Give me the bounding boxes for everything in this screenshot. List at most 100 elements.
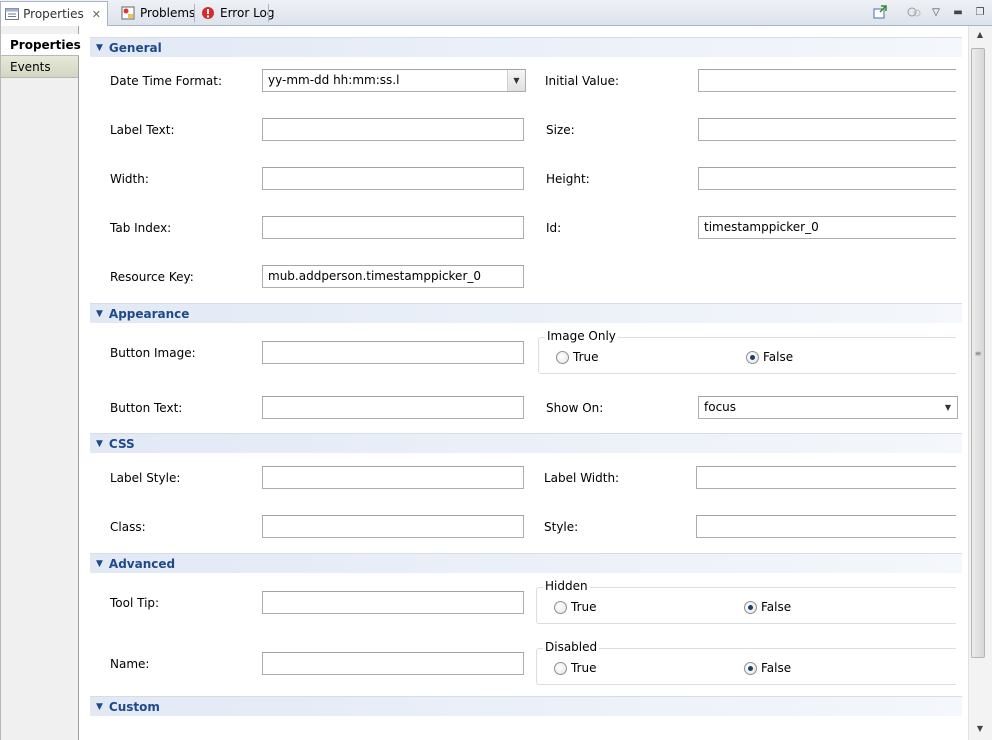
- hidden-true-radio[interactable]: True: [554, 600, 597, 614]
- class-field[interactable]: [262, 515, 524, 538]
- tab-error-log-label: Error Log: [220, 6, 275, 20]
- error-log-icon: [200, 5, 216, 21]
- resource-key-field[interactable]: mub.addperson.timestamppicker_0: [262, 265, 524, 288]
- section-custom-title: Custom: [108, 699, 160, 714]
- side-tab-properties[interactable]: Properties: [1, 34, 81, 56]
- style-field[interactable]: [696, 515, 956, 538]
- view-toolbar: ▽ ▬ ❐: [872, 4, 988, 20]
- size-label: Size:: [546, 123, 575, 137]
- date-time-format-combo[interactable]: yy-mm-dd hh:mm:ss.l ▼: [262, 69, 526, 92]
- style-label: Style:: [544, 520, 579, 534]
- id-label: Id:: [546, 221, 562, 235]
- size-field[interactable]: [698, 118, 956, 141]
- section-appearance-header[interactable]: ▼ Appearance: [90, 303, 962, 323]
- disabled-false-radio[interactable]: False: [744, 661, 791, 675]
- side-tab-list: Properties Events: [0, 26, 81, 740]
- date-time-format-label: Date Time Format:: [110, 74, 223, 88]
- hidden-true-label: True: [571, 600, 597, 614]
- problems-icon: [120, 5, 136, 21]
- resource-key-label: Resource Key:: [110, 270, 194, 284]
- initial-value-field[interactable]: [698, 69, 956, 92]
- tool-tip-field[interactable]: [262, 591, 524, 614]
- width-field[interactable]: [262, 167, 524, 190]
- image-only-title: Image Only: [545, 329, 618, 343]
- view-tab-bar: Properties ✕ Problems Error Log ▽ ▬ ❐: [0, 0, 992, 26]
- image-only-false-label: False: [763, 350, 794, 364]
- section-css-title: CSS: [108, 436, 135, 451]
- button-text-field[interactable]: [262, 396, 524, 419]
- tab-properties[interactable]: Properties ✕: [0, 1, 108, 26]
- section-general-title: General: [108, 40, 162, 55]
- button-image-label: Button Image:: [110, 346, 196, 360]
- hidden-false-radio[interactable]: False: [744, 600, 791, 614]
- tab-index-label: Tab Index:: [110, 221, 172, 235]
- pin-view-icon[interactable]: [872, 4, 888, 20]
- section-general-header[interactable]: ▼ General: [90, 37, 962, 57]
- radio-on-icon: [744, 600, 757, 614]
- button-image-field[interactable]: [262, 341, 524, 364]
- tool-tip-label: Tool Tip:: [110, 596, 160, 610]
- height-field[interactable]: [698, 167, 956, 190]
- chevron-down-icon[interactable]: ▼: [507, 70, 525, 91]
- expand-triangle-icon: ▼: [96, 438, 103, 449]
- section-custom-header[interactable]: ▼ Custom: [90, 696, 962, 716]
- disabled-true-radio[interactable]: True: [554, 661, 597, 675]
- tab-problems-label: Problems: [140, 6, 196, 20]
- id-field[interactable]: timestamppicker_0: [698, 216, 956, 239]
- disabled-false-label: False: [761, 661, 792, 675]
- label-style-field[interactable]: [262, 466, 524, 489]
- filter-icon[interactable]: [906, 4, 922, 20]
- button-text-label: Button Text:: [110, 401, 183, 415]
- height-label: Height:: [546, 172, 590, 186]
- radio-off-icon: [554, 661, 567, 675]
- label-text-label: Label Text:: [110, 123, 175, 137]
- section-advanced-title: Advanced: [108, 556, 176, 571]
- section-appearance-title: Appearance: [108, 306, 190, 321]
- maximize-icon[interactable]: ❐: [972, 4, 988, 20]
- radio-on-icon: [746, 350, 759, 364]
- close-icon[interactable]: ✕: [92, 8, 101, 21]
- expand-triangle-icon: ▼: [96, 701, 103, 712]
- image-only-true-label: True: [573, 350, 599, 364]
- image-only-false-radio[interactable]: False: [746, 350, 793, 364]
- show-on-combo[interactable]: focus ▼: [698, 396, 958, 419]
- tab-problems[interactable]: Problems: [116, 1, 201, 25]
- scrollbar-thumb[interactable]: ≡: [971, 48, 985, 658]
- minimize-icon[interactable]: ▬: [950, 4, 966, 20]
- scroll-up-icon[interactable]: ▲: [969, 26, 991, 43]
- image-only-true-radio[interactable]: True: [556, 350, 599, 364]
- label-style-label: Label Style:: [110, 471, 181, 485]
- section-css-header[interactable]: ▼ CSS: [90, 433, 962, 453]
- tab-properties-label: Properties: [23, 7, 84, 21]
- expand-triangle-icon: ▼: [96, 558, 103, 569]
- properties-view-icon: [5, 6, 20, 22]
- hidden-false-label: False: [761, 600, 792, 614]
- side-tab-events[interactable]: Events: [1, 56, 78, 78]
- radio-on-icon: [744, 661, 757, 675]
- chevron-down-icon[interactable]: ▼: [939, 397, 957, 418]
- label-width-field[interactable]: [696, 466, 956, 489]
- date-time-format-value: yy-mm-dd hh:mm:ss.l: [268, 73, 400, 87]
- properties-content: ▼ General Date Time Format: yy-mm-dd hh:…: [80, 26, 968, 740]
- radio-off-icon: [554, 600, 567, 614]
- disabled-title: Disabled: [543, 640, 600, 654]
- width-label: Width:: [110, 172, 149, 186]
- hidden-title: Hidden: [543, 579, 590, 593]
- vertical-scrollbar[interactable]: ▲ ≡ ▼: [968, 26, 992, 740]
- section-advanced-header[interactable]: ▼ Advanced: [90, 553, 962, 573]
- label-text-field[interactable]: [262, 118, 524, 141]
- show-on-value: focus: [704, 400, 737, 414]
- radio-off-icon: [556, 350, 569, 364]
- name-field[interactable]: [262, 652, 524, 675]
- name-label: Name:: [110, 657, 150, 671]
- class-label: Class:: [110, 520, 146, 534]
- tab-index-field[interactable]: [262, 216, 524, 239]
- view-menu-chevron-down-icon[interactable]: ▽: [928, 4, 944, 20]
- scroll-down-icon[interactable]: ▼: [969, 720, 991, 737]
- show-on-label: Show On:: [546, 401, 604, 415]
- expand-triangle-icon: ▼: [96, 42, 103, 53]
- label-width-label: Label Width:: [544, 471, 620, 485]
- disabled-true-label: True: [571, 661, 597, 675]
- initial-value-label: Initial Value:: [545, 74, 620, 88]
- expand-triangle-icon: ▼: [96, 308, 103, 319]
